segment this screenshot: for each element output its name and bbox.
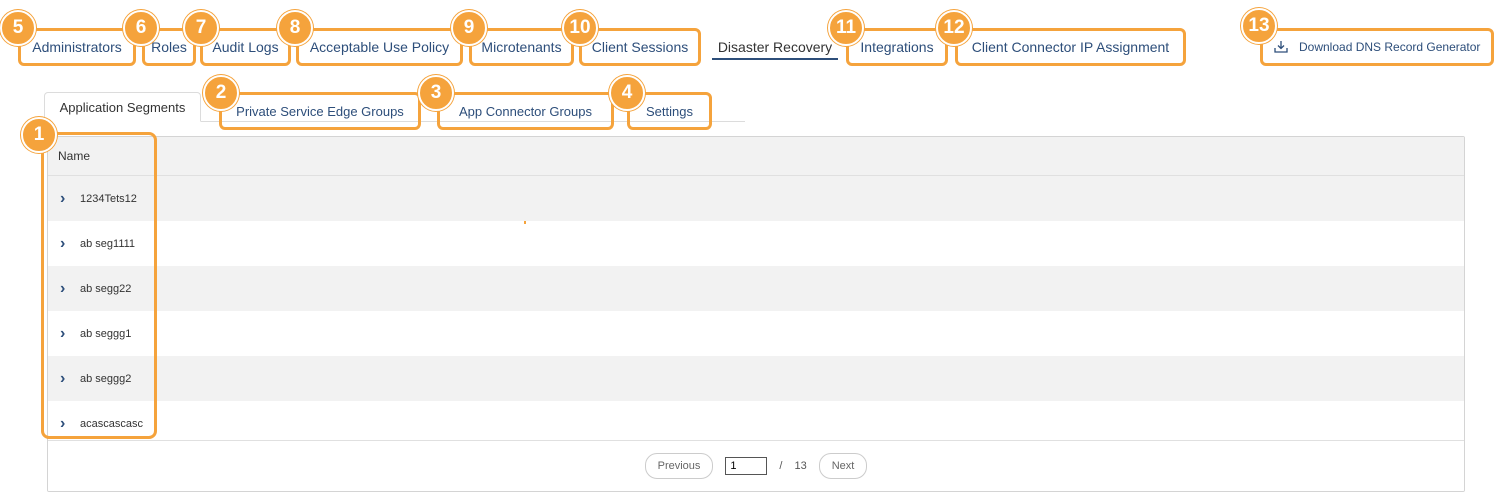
chevron-right-icon[interactable]: › [60,190,76,207]
next-page-button[interactable]: Next [818,453,868,479]
download-dns-record-generator-button[interactable]: Download DNS Record Generator [1260,28,1494,66]
annotation-badge-11: 11 [828,10,864,46]
annotation-badge-1: 1 [21,117,57,153]
chevron-right-icon[interactable]: › [60,235,76,252]
nav-client-connector-ip-assignment[interactable]: Client Connector IP Assignment [955,28,1186,66]
annotation-badge-9: 9 [451,10,487,46]
download-dns-label: Download DNS Record Generator [1299,40,1481,54]
annotation-badge-13: 13 [1241,8,1277,44]
row-name: ab seggg1 [80,327,132,340]
table-row[interactable]: › 1234Tets12 [48,176,1464,221]
table-row[interactable]: › ab seggg1 [48,311,1464,356]
table-row[interactable]: › ab segg22 [48,266,1464,311]
column-header-name[interactable]: Name [48,137,1464,176]
total-pages: 13 [794,460,807,472]
nav-acceptable-use-policy[interactable]: Acceptable Use Policy [296,28,463,66]
tab-application-segments[interactable]: Application Segments [44,92,201,122]
column-header-label: Name [58,149,91,163]
tab-app-connector-groups[interactable]: App Connector Groups [437,92,614,130]
annotation-badge-6: 6 [123,10,159,46]
annotation-badge-7: 7 [183,10,219,46]
previous-page-button[interactable]: Previous [644,453,714,479]
annotation-badge-12: 12 [936,10,972,46]
pagination: Previous / 13 Next [48,440,1464,491]
table-row[interactable]: › ab seg1111 [48,221,1464,266]
table-body: › 1234Tets12 › ab seg1111 › ab segg22 › ab s… [48,176,1464,446]
application-segments-table: Name › 1234Tets12 › ab seg1111 › ab segg22 … [47,136,1465,492]
table-row[interactable]: › ab seggg2 [48,356,1464,401]
nav-disaster-recovery[interactable]: Disaster Recovery [712,28,838,66]
row-name: 1234Tets12 [80,192,137,205]
chevron-right-icon[interactable]: › [60,325,76,342]
annotation-badge-5: 5 [0,10,36,46]
chevron-right-icon[interactable]: › [60,415,76,432]
row-name: ab seggg2 [80,372,132,385]
annotation-badge-2: 2 [203,75,239,111]
download-icon [1274,41,1288,53]
annotation-badge-4: 4 [609,75,645,111]
row-name: acascascasc [80,417,143,430]
annotation-badge-10: 10 [562,10,598,46]
page-number-input[interactable] [725,457,768,475]
chevron-right-icon[interactable]: › [60,280,76,297]
nav-administrators[interactable]: Administrators [18,28,136,66]
row-name: ab segg22 [80,282,132,295]
row-name: ab seg1111 [80,237,136,250]
nav-client-sessions[interactable]: Client Sessions [579,28,701,66]
annotation-badge-3: 3 [418,75,454,111]
chevron-right-icon[interactable]: › [60,370,76,387]
tab-private-service-edge-groups[interactable]: Private Service Edge Groups [219,92,421,130]
stray-mark [524,221,526,224]
page-separator: / [779,460,783,472]
annotation-badge-8: 8 [277,10,313,46]
